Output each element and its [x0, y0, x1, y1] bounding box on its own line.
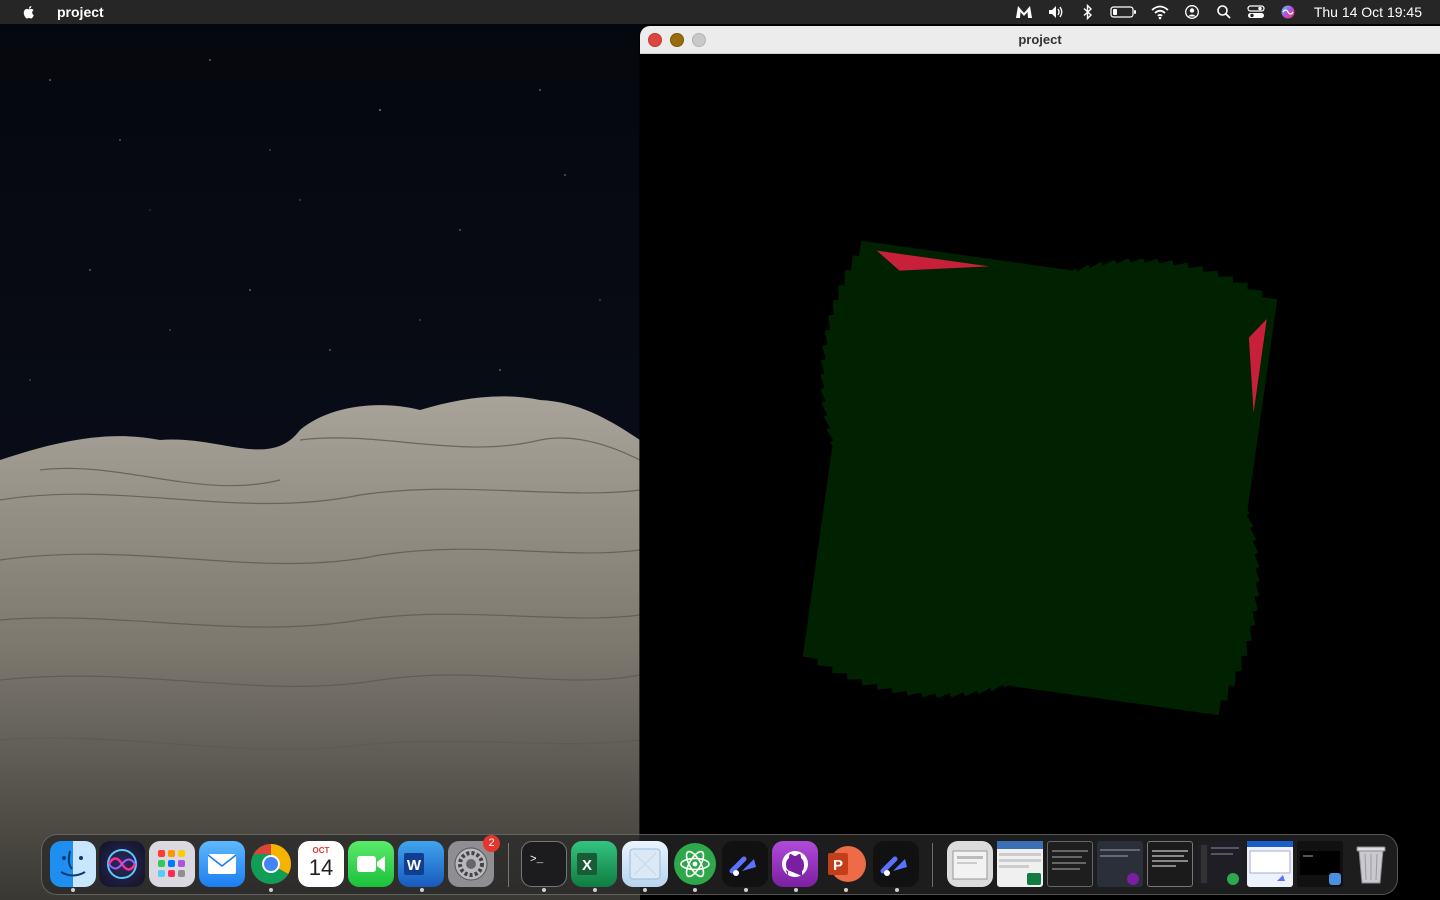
- powerpoint-icon[interactable]: P: [822, 841, 868, 887]
- notification-badge: 2: [483, 835, 500, 852]
- powerpoint-running-indicator: [844, 888, 848, 892]
- window-title: project: [1018, 32, 1062, 47]
- svg-text:W: W: [407, 857, 422, 874]
- menu-bar: project Thu 14 Oct 19:45: [0, 0, 1440, 24]
- atom-running-indicator: [693, 888, 697, 892]
- spotlight-icon[interactable]: [1214, 4, 1234, 20]
- sketch-canvas[interactable]: [640, 54, 1440, 852]
- system-preferences-icon[interactable]: 2: [448, 835, 500, 887]
- svg-text:>_: >_: [530, 854, 544, 866]
- volume-icon[interactable]: [1046, 4, 1066, 20]
- trash-icon[interactable]: [1348, 841, 1394, 887]
- window-minimize-button[interactable]: [670, 32, 684, 47]
- calendar-day-label: 14: [308, 855, 334, 880]
- minimized-window-thumbnail[interactable]: [1047, 841, 1093, 887]
- dock: OCT 14 W 2 >_ X P: [41, 834, 1398, 895]
- svg-text:X: X: [582, 857, 592, 874]
- minimized-window-thumbnail[interactable]: [1097, 841, 1143, 887]
- minimized-window-thumbnail[interactable]: [1297, 841, 1343, 887]
- github-desktop-icon[interactable]: [772, 841, 818, 887]
- processing-running-indicator: [744, 888, 748, 892]
- malwarebytes-icon[interactable]: [1014, 4, 1034, 20]
- terminal-icon[interactable]: >_: [521, 841, 567, 887]
- minimized-window-thumbnail[interactable]: [1197, 841, 1243, 887]
- excel-icon[interactable]: X: [571, 841, 617, 887]
- documents-stack-icon[interactable]: [947, 841, 993, 887]
- github-desktop-running-indicator: [794, 888, 798, 892]
- dock-separator: [932, 843, 933, 887]
- svg-text:P: P: [833, 857, 843, 874]
- calendar-month-label: OCT: [312, 846, 330, 855]
- minimized-window-thumbnail[interactable]: [1247, 841, 1293, 887]
- word-running-indicator: [420, 888, 424, 892]
- apple-menu-icon[interactable]: [21, 4, 37, 20]
- finder-icon[interactable]: [50, 841, 96, 887]
- chrome-icon[interactable]: [248, 841, 294, 887]
- excel-running-indicator: [593, 888, 597, 892]
- spiral-squares-drawing: [802, 240, 1278, 716]
- calendar-icon[interactable]: OCT 14: [298, 841, 344, 887]
- user-icon[interactable]: [1182, 4, 1202, 20]
- window-titlebar[interactable]: project: [640, 26, 1440, 54]
- project-window: project: [640, 26, 1440, 852]
- preview-running-indicator: [643, 888, 647, 892]
- wifi-icon[interactable]: [1150, 4, 1170, 20]
- minimized-window-thumbnail[interactable]: [1147, 841, 1193, 887]
- battery-icon[interactable]: [1110, 4, 1138, 20]
- mail-icon[interactable]: [199, 841, 245, 887]
- preview-icon[interactable]: [622, 841, 668, 887]
- menu-bar-clock[interactable]: Thu 14 Oct 19:45: [1314, 4, 1422, 20]
- chrome-running-indicator: [269, 888, 273, 892]
- processing-2-icon[interactable]: [873, 841, 919, 887]
- atom-icon[interactable]: [672, 841, 718, 887]
- control-center-icon[interactable]: [1246, 4, 1266, 20]
- facetime-icon[interactable]: [348, 841, 394, 887]
- active-app-menu[interactable]: project: [57, 4, 104, 20]
- processing-icon[interactable]: [722, 841, 768, 887]
- bluetooth-icon[interactable]: [1078, 4, 1098, 20]
- window-zoom-button[interactable]: [692, 32, 706, 47]
- processing-2-running-indicator: [895, 888, 899, 892]
- spiral-square: [802, 240, 1278, 716]
- word-icon[interactable]: W: [398, 841, 444, 887]
- launchpad-icon[interactable]: [149, 841, 195, 887]
- minimized-window-thumbnail[interactable]: [997, 841, 1043, 887]
- finder-running-indicator: [71, 888, 75, 892]
- siri-app-icon[interactable]: [99, 841, 145, 887]
- siri-icon[interactable]: [1278, 4, 1298, 20]
- dock-separator: [508, 843, 509, 887]
- terminal-running-indicator: [542, 888, 546, 892]
- window-close-button[interactable]: [648, 32, 662, 47]
